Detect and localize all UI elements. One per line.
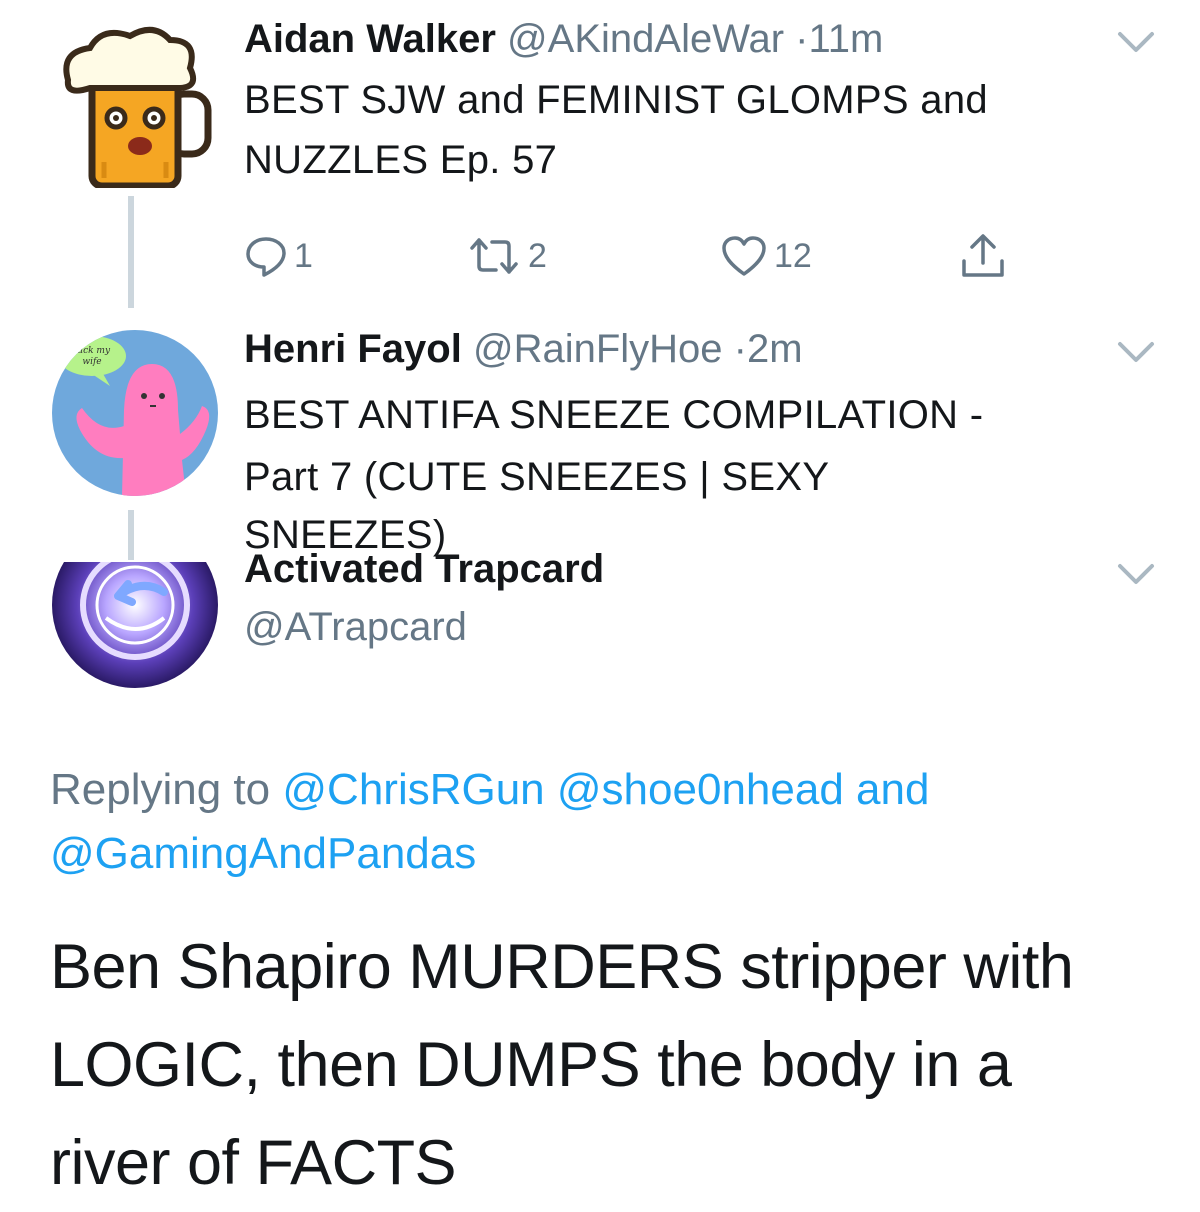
chevron-down-icon[interactable] bbox=[1116, 340, 1156, 366]
thread-line bbox=[128, 196, 134, 308]
replying-label: Replying to bbox=[50, 765, 271, 814]
heart-icon bbox=[722, 236, 766, 276]
retweet-button[interactable]: 2 bbox=[466, 226, 547, 286]
avatar[interactable] bbox=[50, 22, 216, 190]
tweet-text: BEST SJW and FEMINIST GLOMPS and NUZZLES… bbox=[244, 70, 1144, 190]
timestamp[interactable]: 11m bbox=[809, 17, 884, 61]
reply-target-link[interactable]: @ChrisRGun bbox=[282, 765, 544, 814]
reply-count: 1 bbox=[294, 236, 313, 275]
separator: · bbox=[795, 17, 809, 61]
trapcard-vortex-icon bbox=[52, 562, 218, 688]
tweet-text-line: BEST ANTIFA SNEEZE COMPILATION - bbox=[244, 393, 984, 437]
tweet-text-line: SNEEZES) bbox=[244, 513, 447, 557]
beer-mug-icon bbox=[63, 27, 212, 190]
timestamp[interactable]: 2m bbox=[747, 327, 803, 371]
tweet-actions: 1 2 12 bbox=[244, 226, 1044, 286]
retweet-count: 2 bbox=[528, 236, 547, 275]
bubble-text: wife bbox=[82, 357, 101, 367]
tweet-text: BEST ANTIFA SNEEZE COMPILATION - Part 7 … bbox=[244, 384, 1144, 557]
user-handle[interactable]: @AKindAleWar bbox=[507, 17, 784, 61]
tweet-text-line: Part 7 (CUTE SNEEZES | SEXY bbox=[244, 455, 830, 499]
chevron-down-icon[interactable] bbox=[1116, 30, 1156, 56]
and-word[interactable]: and bbox=[856, 765, 929, 814]
avatar[interactable]: fuck my wife bbox=[52, 330, 218, 496]
like-count: 12 bbox=[774, 236, 812, 275]
user-handle[interactable]: @ATrapcard bbox=[244, 605, 467, 649]
tweet-header: @ATrapcard bbox=[244, 604, 467, 650]
tweet-header: Henri Fayol @RainFlyHoe ·2m bbox=[244, 326, 803, 372]
share-button[interactable] bbox=[958, 226, 1008, 286]
bubble-text: fuck my bbox=[73, 346, 111, 356]
pink-blob-icon: fuck my wife bbox=[52, 330, 218, 496]
reply-icon bbox=[246, 237, 286, 277]
tweet-text-line: Ben Shapiro MURDERS stripper with bbox=[50, 932, 1074, 1002]
reply-target-link[interactable]: @GamingAndPandas bbox=[50, 829, 476, 878]
user-name[interactable]: Aidan Walker bbox=[244, 17, 496, 61]
thread-line bbox=[128, 510, 134, 560]
tweet-header: Aidan Walker @AKindAleWar ·11m bbox=[244, 16, 883, 62]
tweet-text-line: BEST SJW and FEMINIST GLOMPS and bbox=[244, 78, 988, 122]
tweet-text-line: NUZZLES Ep. 57 bbox=[244, 138, 558, 182]
reply-button[interactable]: 1 bbox=[244, 226, 313, 286]
avatar[interactable] bbox=[52, 562, 218, 688]
reply-target-link[interactable]: @shoe0nhead bbox=[557, 765, 844, 814]
user-handle[interactable]: @RainFlyHoe bbox=[473, 327, 723, 371]
share-icon bbox=[962, 234, 1004, 277]
chevron-down-icon[interactable] bbox=[1116, 562, 1156, 588]
like-button[interactable]: 12 bbox=[720, 226, 812, 286]
tweet-text-line: river of FACTS bbox=[50, 1128, 457, 1198]
tweet-text-line: LOGIC, then DUMPS the body in a bbox=[50, 1030, 1012, 1100]
user-name[interactable]: Henri Fayol bbox=[244, 327, 462, 371]
separator: · bbox=[733, 327, 747, 371]
replying-to: Replying to @ChrisRGun @shoe0nhead and @… bbox=[50, 758, 1170, 886]
retweet-icon bbox=[470, 238, 518, 274]
tweet-text: Ben Shapiro MURDERS stripper with LOGIC,… bbox=[50, 918, 1170, 1212]
